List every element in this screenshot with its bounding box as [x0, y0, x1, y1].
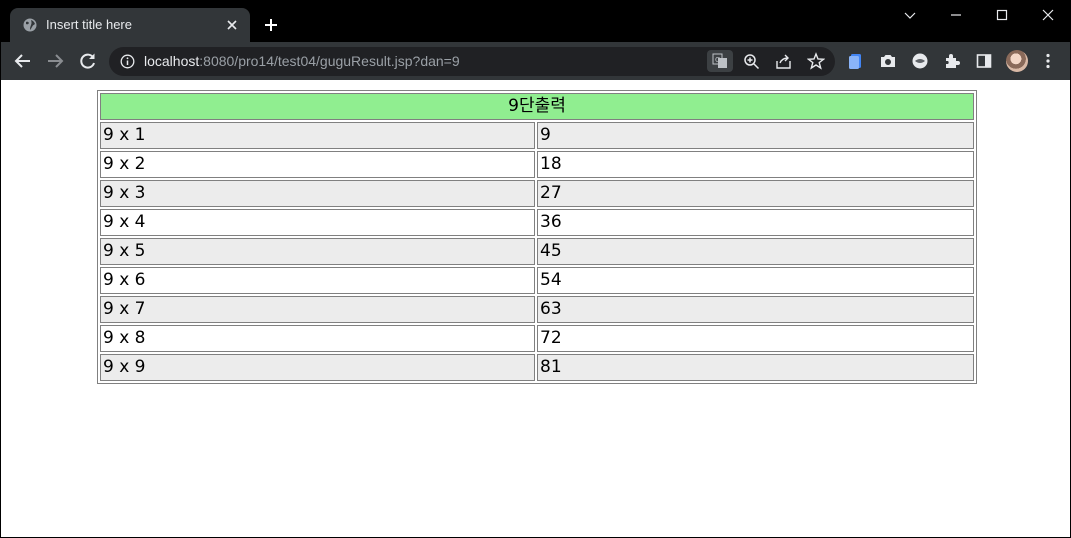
site-info-icon[interactable]	[120, 54, 135, 69]
result-cell: 54	[537, 267, 974, 294]
expression-cell: 9 x 7	[100, 296, 535, 323]
result-cell: 81	[537, 354, 974, 381]
table-row: 9 x 2 18	[100, 151, 974, 178]
result-cell: 63	[537, 296, 974, 323]
url-path: :8080/pro14/test04/guguResult.jsp?dan=9	[199, 53, 460, 69]
url-host: localhost	[144, 53, 200, 69]
expression-cell: 9 x 4	[100, 209, 535, 236]
more-menu-icon[interactable]	[1039, 52, 1057, 70]
table-row: 9 x 9 81	[100, 354, 974, 381]
table-row: 9 x 7 63	[100, 296, 974, 323]
address-bar[interactable]: localhost:8080/pro14/test04/guguResult.j…	[109, 47, 835, 76]
back-arrow-icon[interactable]	[14, 52, 32, 70]
result-cell: 27	[537, 180, 974, 207]
expression-cell: 9 x 2	[100, 151, 535, 178]
result-cell: 72	[537, 325, 974, 352]
close-window-icon[interactable]	[1041, 8, 1055, 22]
extensions-puzzle-icon[interactable]	[943, 52, 961, 70]
translate-button[interactable]: G	[707, 50, 733, 72]
bookmark-star-icon[interactable]	[807, 52, 825, 70]
side-panel-icon[interactable]	[975, 52, 993, 70]
globe-icon	[23, 18, 37, 32]
table-header-row: 9단출력	[100, 93, 974, 120]
minimize-icon[interactable]	[949, 8, 963, 22]
table-row: 9 x 19	[100, 122, 974, 149]
table-row: 9 x 4 36	[100, 209, 974, 236]
result-cell: 18	[537, 151, 974, 178]
table-header: 9단출력	[100, 93, 974, 120]
tab-title: Insert title here	[46, 17, 132, 32]
share-icon[interactable]	[775, 53, 792, 70]
camera-icon[interactable]	[879, 52, 897, 70]
result-cell: 9	[537, 122, 974, 149]
svg-text:G: G	[715, 56, 720, 64]
tab-search-chevron-icon[interactable]	[903, 8, 917, 22]
tab-strip: Insert title here	[1, 0, 1070, 42]
table-row: 9 x 3 27	[100, 180, 974, 207]
table-row: 9 x 6 54	[100, 267, 974, 294]
forward-arrow-icon[interactable]	[46, 52, 64, 70]
result-cell: 36	[537, 209, 974, 236]
reload-icon[interactable]	[79, 52, 97, 70]
new-tab-icon[interactable]	[263, 17, 279, 33]
expression-cell: 9 x 8	[100, 325, 535, 352]
expression-cell: 9 x 6	[100, 267, 535, 294]
expression-cell: 9 x 1	[100, 122, 535, 149]
page-content: 9단출력 9 x 199 x 2 18 9 x 3 27 9 x 4 36 9 x 5 45 9…	[1, 80, 1070, 537]
browser-toolbar: localhost:8080/pro14/test04/guguResult.j…	[1, 42, 1070, 80]
result-cell: 45	[537, 238, 974, 265]
browser-window: Insert title here localhost:8080/pro14/t…	[0, 0, 1071, 538]
translate-icon: G	[712, 53, 727, 68]
expression-cell: 9 x 9	[100, 354, 535, 381]
expression-cell: 9 x 3	[100, 180, 535, 207]
url-text[interactable]: localhost:8080/pro14/test04/guguResult.j…	[144, 53, 460, 69]
table-row: 9 x 5 45	[100, 238, 974, 265]
multiplication-table: 9단출력 9 x 199 x 2 18 9 x 3 27 9 x 4 36 9 x 5 45 9…	[97, 90, 977, 384]
profile-avatar[interactable]	[1006, 50, 1028, 72]
maximize-icon[interactable]	[995, 8, 1009, 22]
browser-tab[interactable]: Insert title here	[10, 8, 250, 42]
extension-globe-icon[interactable]	[911, 52, 929, 70]
zoom-icon[interactable]	[743, 53, 760, 70]
expression-cell: 9 x 5	[100, 238, 535, 265]
extension-docs-icon[interactable]	[847, 52, 865, 70]
table-row: 9 x 8 72	[100, 325, 974, 352]
close-tab-icon[interactable]	[225, 18, 239, 32]
